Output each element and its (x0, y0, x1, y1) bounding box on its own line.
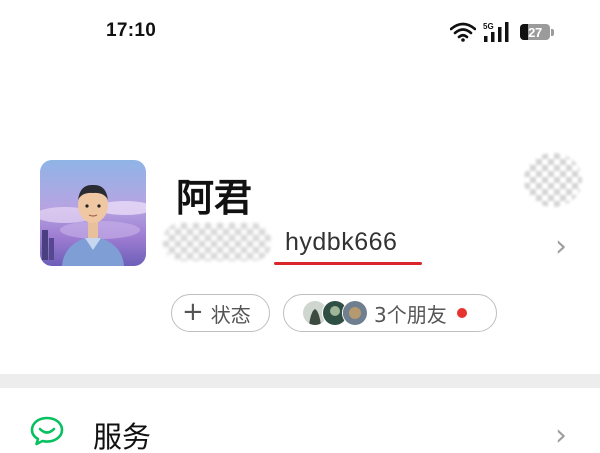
chevron-right-icon: › (555, 418, 567, 453)
section-divider (0, 374, 600, 388)
friends-count-label: 3个朋友 (374, 302, 447, 327)
profile-avatar[interactable] (40, 160, 146, 266)
qr-code-icon[interactable] (524, 153, 582, 207)
redacted-id-label (163, 223, 271, 261)
friends-status-button[interactable]: 3个朋友 (283, 294, 497, 332)
signal-5g-icon: 5G (483, 21, 513, 43)
battery-icon: 27 (520, 23, 556, 41)
menu-item-services[interactable]: 服务 › (0, 388, 600, 453)
battery-level: 27 (528, 24, 542, 40)
wechat-id: hydbk666 (285, 228, 398, 256)
profile-header[interactable]: 阿君 hydbk666 › + 状态 3个朋友 (0, 150, 600, 340)
menu-item-label: 服务 (93, 420, 152, 453)
status-time: 17:10 (106, 20, 157, 41)
friend-avatars (302, 300, 368, 326)
wifi-icon (450, 22, 476, 42)
friend-avatar-icon (342, 300, 368, 326)
chevron-right-icon[interactable]: › (555, 229, 567, 264)
notification-dot (456, 308, 467, 318)
plus-icon: + (182, 296, 204, 327)
svg-text:5G: 5G (483, 22, 494, 31)
status-button-label: 状态 (210, 302, 251, 327)
person-avatar-icon (40, 160, 146, 266)
status-bar: 17:10 5G 27 (0, 0, 600, 66)
add-status-button[interactable]: + 状态 (171, 294, 270, 332)
status-icons: 5G 27 (450, 20, 556, 44)
me-page: 17:10 5G 27 阿君 hydbk666 › + 状态 3个朋友 服务 › (0, 0, 600, 453)
profile-name: 阿君 (176, 176, 253, 220)
red-underline-annotation (274, 262, 422, 265)
service-icon (30, 416, 64, 450)
